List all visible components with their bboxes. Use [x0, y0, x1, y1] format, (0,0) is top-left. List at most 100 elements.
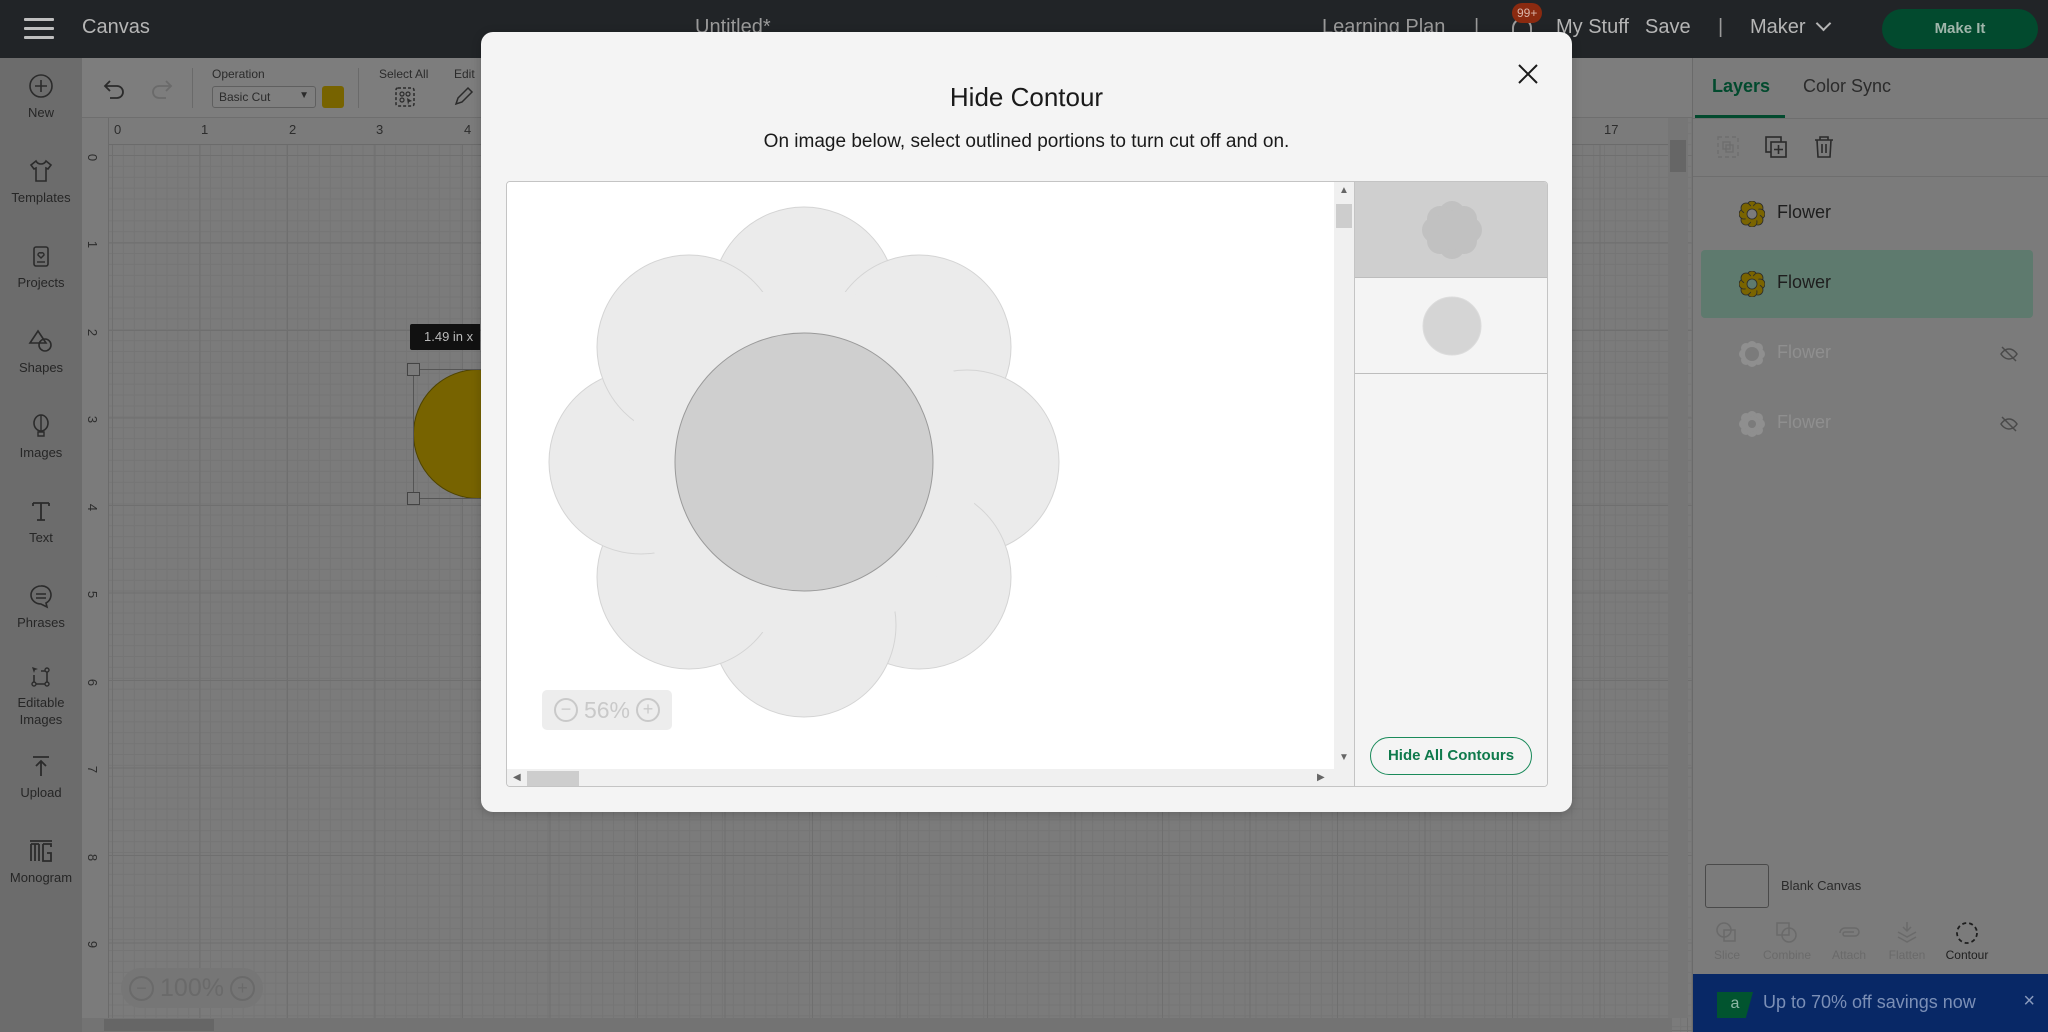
toolbar-divider: [358, 68, 359, 108]
close-icon[interactable]: ×: [2023, 990, 2035, 1013]
tab-layers[interactable]: Layers: [1712, 76, 1770, 97]
sidebar-item-upload[interactable]: Upload: [0, 752, 82, 801]
eye-hidden-icon[interactable]: [1999, 344, 2019, 364]
tool-label: Slice: [1713, 948, 1740, 962]
layer-name: Flower: [1777, 272, 1832, 292]
zoom-out-icon[interactable]: −: [553, 698, 578, 722]
preview-zoom-control: − 56% +: [542, 690, 672, 730]
divider: [1693, 118, 2048, 119]
tab-color-sync[interactable]: Color Sync: [1803, 76, 1891, 97]
operation-color-swatch[interactable]: [322, 86, 344, 108]
hamburger-menu-icon[interactable]: [24, 18, 54, 40]
resize-handle[interactable]: [407, 492, 420, 505]
contour-button[interactable]: Contour: [1937, 920, 1997, 962]
resize-handle[interactable]: [407, 363, 420, 376]
ruler-tick: 9: [85, 940, 101, 949]
delete-icon[interactable]: [1811, 134, 1837, 160]
paperclip-icon: [1836, 920, 1862, 946]
scrollbar-thumb[interactable]: [104, 1019, 214, 1031]
ruler-tick: 3: [376, 122, 384, 137]
shirt-icon: [27, 157, 55, 185]
text-icon: [27, 497, 55, 525]
edit-pencil-icon[interactable]: [452, 86, 474, 108]
scroll-right-icon[interactable]: ▶: [1317, 772, 1325, 783]
sidebar-item-shapes[interactable]: Shapes: [0, 327, 82, 376]
blank-canvas-swatch[interactable]: [1705, 864, 1769, 908]
notification-badge: 99+: [1512, 3, 1543, 23]
ruler-tick: 4: [85, 503, 101, 512]
flatten-button[interactable]: Flatten: [1877, 920, 1937, 962]
hide-all-contours-button[interactable]: Hide All Contours: [1370, 737, 1532, 775]
flatten-icon: [1894, 920, 1920, 946]
sidebar-item-label: New: [27, 105, 54, 120]
scrollbar-thumb[interactable]: [1336, 204, 1352, 228]
layers-panel: Layers Color Sync Flower Flower Flower F…: [1692, 58, 2048, 1032]
save-button[interactable]: Save: [1645, 16, 1691, 39]
sidebar-item-projects[interactable]: Projects: [0, 242, 82, 291]
group-icon[interactable]: [1715, 134, 1741, 160]
machine-selector[interactable]: Maker: [1750, 15, 1831, 39]
layer-name: Flower: [1777, 412, 1832, 432]
combine-button[interactable]: Combine: [1757, 920, 1817, 962]
slice-button[interactable]: Slice: [1697, 920, 1757, 962]
scrollbar-thumb[interactable]: [527, 771, 579, 786]
sidebar-item-new[interactable]: New: [0, 72, 82, 121]
card-heart-icon: [27, 242, 55, 270]
combine-icon: [1774, 920, 1800, 946]
layer-name: Flower: [1777, 202, 1832, 222]
layer-item-selected[interactable]: Flower: [1701, 250, 2033, 318]
layer-item-hidden[interactable]: Flower: [1701, 320, 2033, 388]
ruler-tick: 1: [85, 240, 101, 249]
contour-preview[interactable]: − 56% +: [507, 182, 1334, 769]
flower-icon: [1738, 200, 1766, 228]
eye-hidden-icon[interactable]: [1999, 414, 2019, 434]
select-all-icon[interactable]: [394, 86, 416, 108]
flower-thumbnail-icon: [1422, 201, 1482, 259]
sidebar-item-templates[interactable]: Templates: [0, 157, 82, 206]
redo-icon[interactable]: [148, 78, 174, 100]
scrollbar-thumb[interactable]: [1670, 140, 1686, 172]
zoom-out-icon[interactable]: −: [129, 975, 155, 1001]
editable-image-icon: [27, 662, 55, 690]
promo-banner[interactable]: a Up to 70% off savings now ×: [1693, 974, 2048, 1032]
sidebar-item-images[interactable]: Images: [0, 412, 82, 461]
upload-icon: [27, 752, 55, 780]
sidebar-item-monogram[interactable]: Monogram: [0, 837, 82, 886]
left-sidebar: New Templates Projects Shapes Images Tex…: [0, 58, 82, 1032]
dialog-title: Hide Contour: [949, 82, 1104, 112]
dimension-tooltip: 1.49 in x: [410, 324, 480, 350]
balloon-icon: [27, 412, 55, 440]
zoom-in-icon[interactable]: +: [229, 975, 255, 1001]
selection-box: [413, 369, 483, 499]
canvas-vertical-scrollbar[interactable]: [1668, 118, 1688, 1018]
zoom-in-icon[interactable]: +: [636, 698, 661, 722]
make-it-button[interactable]: Make It: [1882, 9, 2038, 49]
preview-vertical-scrollbar[interactable]: ▲ ▼: [1334, 182, 1354, 769]
sidebar-item-phrases[interactable]: Phrases: [0, 582, 82, 631]
undo-icon[interactable]: [102, 78, 128, 100]
scroll-up-icon[interactable]: ▲: [1339, 185, 1349, 196]
layer-item-hidden[interactable]: Flower: [1701, 390, 2033, 458]
app: Canvas Untitled* Learning Plan | 99+ My …: [0, 0, 2048, 1032]
sidebar-item-label: Shapes: [18, 360, 64, 375]
attach-button[interactable]: Attach: [1819, 920, 1879, 962]
inner-contour[interactable]: [674, 332, 934, 592]
scroll-down-icon[interactable]: ▼: [1339, 752, 1349, 763]
ruler-left: 0 1 2 3 4 5 6 7 8 9: [82, 118, 109, 1018]
preview-horizontal-scrollbar[interactable]: ◀ ▶: [507, 769, 1354, 786]
scroll-left-icon[interactable]: ◀: [513, 772, 521, 783]
contour-thumbnail-circle[interactable]: [1355, 278, 1547, 374]
sidebar-item-text[interactable]: Text: [0, 497, 82, 546]
ruler-tick: 2: [85, 328, 101, 337]
sidebar-item-editable-images[interactable]: Editable Images: [0, 662, 82, 728]
duplicate-icon[interactable]: [1763, 134, 1789, 160]
operation-select[interactable]: Basic Cut ▼: [212, 86, 316, 108]
canvas-horizontal-scrollbar[interactable]: [82, 1018, 1672, 1032]
app-title: Canvas: [82, 16, 150, 38]
slice-icon: [1714, 920, 1740, 946]
contour-thumbnail-flower[interactable]: [1355, 182, 1547, 278]
layer-item[interactable]: Flower: [1701, 180, 2033, 248]
edit-label: Edit: [454, 67, 475, 81]
chevron-down-icon: [1815, 15, 1831, 32]
ruler-tick: 4: [464, 122, 472, 137]
